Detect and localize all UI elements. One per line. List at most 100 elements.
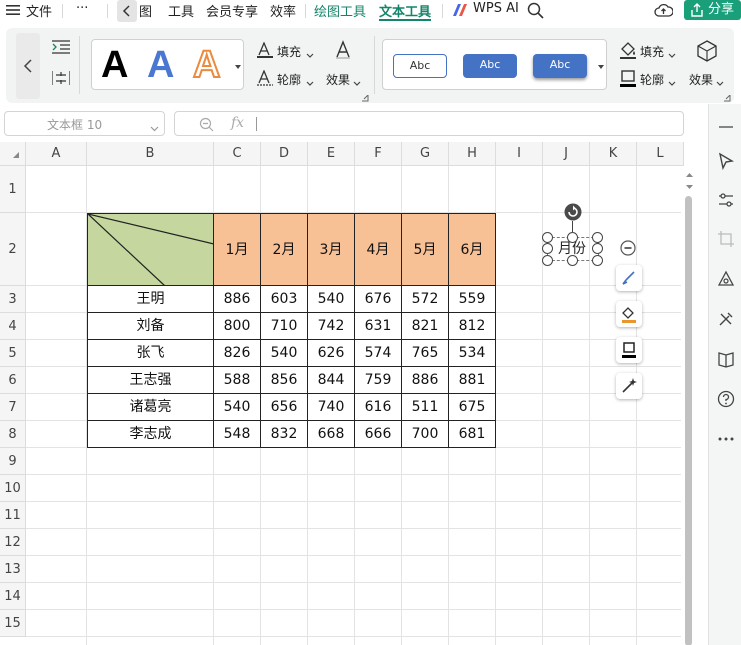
column-header-e[interactable]: E: [308, 142, 355, 166]
crop-icon[interactable]: [717, 230, 735, 248]
value-cell[interactable]: 540: [261, 340, 308, 367]
shape-outline-icon[interactable]: [619, 70, 637, 88]
menu-file[interactable]: 文件: [26, 1, 52, 20]
adjust-sliders-icon[interactable]: [717, 191, 735, 209]
name-cell[interactable]: 刘备: [87, 313, 214, 340]
text-fill-icon[interactable]: [257, 41, 273, 58]
chevron-down-icon[interactable]: [150, 121, 159, 136]
value-cell[interactable]: 666: [355, 421, 402, 448]
row-header-9[interactable]: 9: [0, 448, 26, 475]
value-cell[interactable]: 886: [214, 286, 261, 313]
row-header-12[interactable]: 12: [0, 529, 26, 556]
wps-ai-button[interactable]: WPS AI: [473, 1, 519, 16]
scroll-up-icon[interactable]: [685, 172, 694, 178]
value-cell[interactable]: 540: [214, 394, 261, 421]
name-box[interactable]: 文本框 10: [4, 111, 165, 136]
column-header-l[interactable]: L: [637, 142, 684, 166]
row-header-15[interactable]: 15: [0, 610, 26, 637]
month-header-cell[interactable]: 2月: [261, 213, 308, 286]
rotate-handle-icon[interactable]: [564, 203, 582, 221]
resize-handle[interactable]: [592, 243, 603, 254]
value-cell[interactable]: 856: [261, 367, 308, 394]
art-style-orange[interactable]: A: [192, 43, 221, 87]
shape-fill-button[interactable]: 填充: [640, 43, 664, 60]
vertical-scrollbar[interactable]: [681, 166, 698, 645]
value-cell[interactable]: 548: [214, 421, 261, 448]
column-header-j[interactable]: J: [543, 142, 590, 166]
row-header-4[interactable]: 4: [0, 313, 26, 340]
dropdown-arrow-icon[interactable]: [668, 76, 676, 91]
value-cell[interactable]: 572: [402, 286, 449, 313]
value-cell[interactable]: 759: [355, 367, 402, 394]
name-cell[interactable]: 王志强: [87, 367, 214, 394]
menu-more[interactable]: ···: [76, 1, 88, 16]
book-icon[interactable]: [717, 350, 735, 368]
value-cell[interactable]: 881: [449, 367, 496, 394]
more-icon[interactable]: [717, 430, 735, 448]
row-header-13[interactable]: 13: [0, 556, 26, 583]
scrollbar-thumb[interactable]: [685, 196, 692, 645]
shape-style-filled[interactable]: Abc: [463, 54, 517, 78]
text-outline-icon[interactable]: [257, 69, 273, 86]
value-cell[interactable]: 812: [449, 313, 496, 340]
row-header-3[interactable]: 3: [0, 286, 26, 313]
row-header-11[interactable]: 11: [0, 502, 26, 529]
diagonal-header-cell[interactable]: [87, 213, 214, 286]
month-header-cell[interactable]: 5月: [402, 213, 449, 286]
column-header-c[interactable]: C: [214, 142, 261, 166]
fx-icon[interactable]: fx: [231, 115, 244, 131]
select-cursor-icon[interactable]: [717, 152, 735, 171]
value-cell[interactable]: 821: [402, 313, 449, 340]
text-effect-button[interactable]: 效果: [326, 71, 350, 88]
column-header-a[interactable]: A: [26, 142, 87, 166]
shape-style-shadow[interactable]: Abc: [533, 54, 587, 78]
shape-effect-icon[interactable]: [696, 40, 718, 62]
select-all-corner[interactable]: [0, 142, 26, 166]
formula-bar[interactable]: fx: [174, 111, 684, 136]
value-cell[interactable]: 511: [402, 394, 449, 421]
column-header-k[interactable]: K: [590, 142, 637, 166]
gallery-expand-icon[interactable]: [597, 60, 605, 75]
minimize-icon[interactable]: [717, 118, 735, 136]
dropdown-arrow-icon[interactable]: [668, 48, 676, 63]
value-cell[interactable]: 626: [308, 340, 355, 367]
month-header-cell[interactable]: 4月: [355, 213, 402, 286]
art-style-black[interactable]: A: [101, 43, 128, 87]
quick-effect-button[interactable]: [616, 373, 642, 399]
value-cell[interactable]: 631: [355, 313, 402, 340]
resize-handle[interactable]: [592, 255, 603, 266]
resize-handle[interactable]: [592, 232, 603, 243]
dialog-launcher-icon[interactable]: [362, 91, 369, 106]
scroll-down-icon[interactable]: [685, 184, 694, 190]
column-header-i[interactable]: I: [496, 142, 543, 166]
value-cell[interactable]: 588: [214, 367, 261, 394]
shape-fill-icon[interactable]: [619, 41, 637, 59]
value-cell[interactable]: 676: [355, 286, 402, 313]
value-cell[interactable]: 832: [261, 421, 308, 448]
shape-effect-button[interactable]: 效果: [689, 71, 713, 88]
tab-efficiency[interactable]: 效率: [270, 1, 296, 20]
gallery-expand-icon[interactable]: [234, 60, 242, 75]
text-outline-button[interactable]: 轮廓: [277, 71, 301, 88]
row-header-5[interactable]: 5: [0, 340, 26, 367]
row-header-1[interactable]: 1: [0, 166, 26, 213]
search-icon[interactable]: [527, 2, 544, 19]
resize-handle[interactable]: [542, 232, 553, 243]
quick-outline-button[interactable]: [616, 337, 642, 363]
month-header-cell[interactable]: 3月: [308, 213, 355, 286]
column-header-h[interactable]: H: [449, 142, 496, 166]
spreadsheet-grid[interactable]: ABCDEFGHIJKL 1 2 3 4 5 6 7 8 9 10 11 12 13 14 15 1月 2月 3…: [0, 142, 698, 645]
value-cell[interactable]: 540: [308, 286, 355, 313]
value-cell[interactable]: 844: [308, 367, 355, 394]
dropdown-arrow-icon[interactable]: [353, 76, 361, 91]
row-header-14[interactable]: 14: [0, 583, 26, 610]
row-header-10[interactable]: 10: [0, 475, 26, 502]
row-header-8[interactable]: 8: [0, 421, 26, 448]
row-header-6[interactable]: 6: [0, 367, 26, 394]
ribbon-scroll-left-button[interactable]: [16, 33, 40, 99]
value-cell[interactable]: 826: [214, 340, 261, 367]
value-cell[interactable]: 742: [308, 313, 355, 340]
value-cell[interactable]: 574: [355, 340, 402, 367]
month-header-cell[interactable]: 6月: [449, 213, 496, 286]
value-cell[interactable]: 800: [214, 313, 261, 340]
